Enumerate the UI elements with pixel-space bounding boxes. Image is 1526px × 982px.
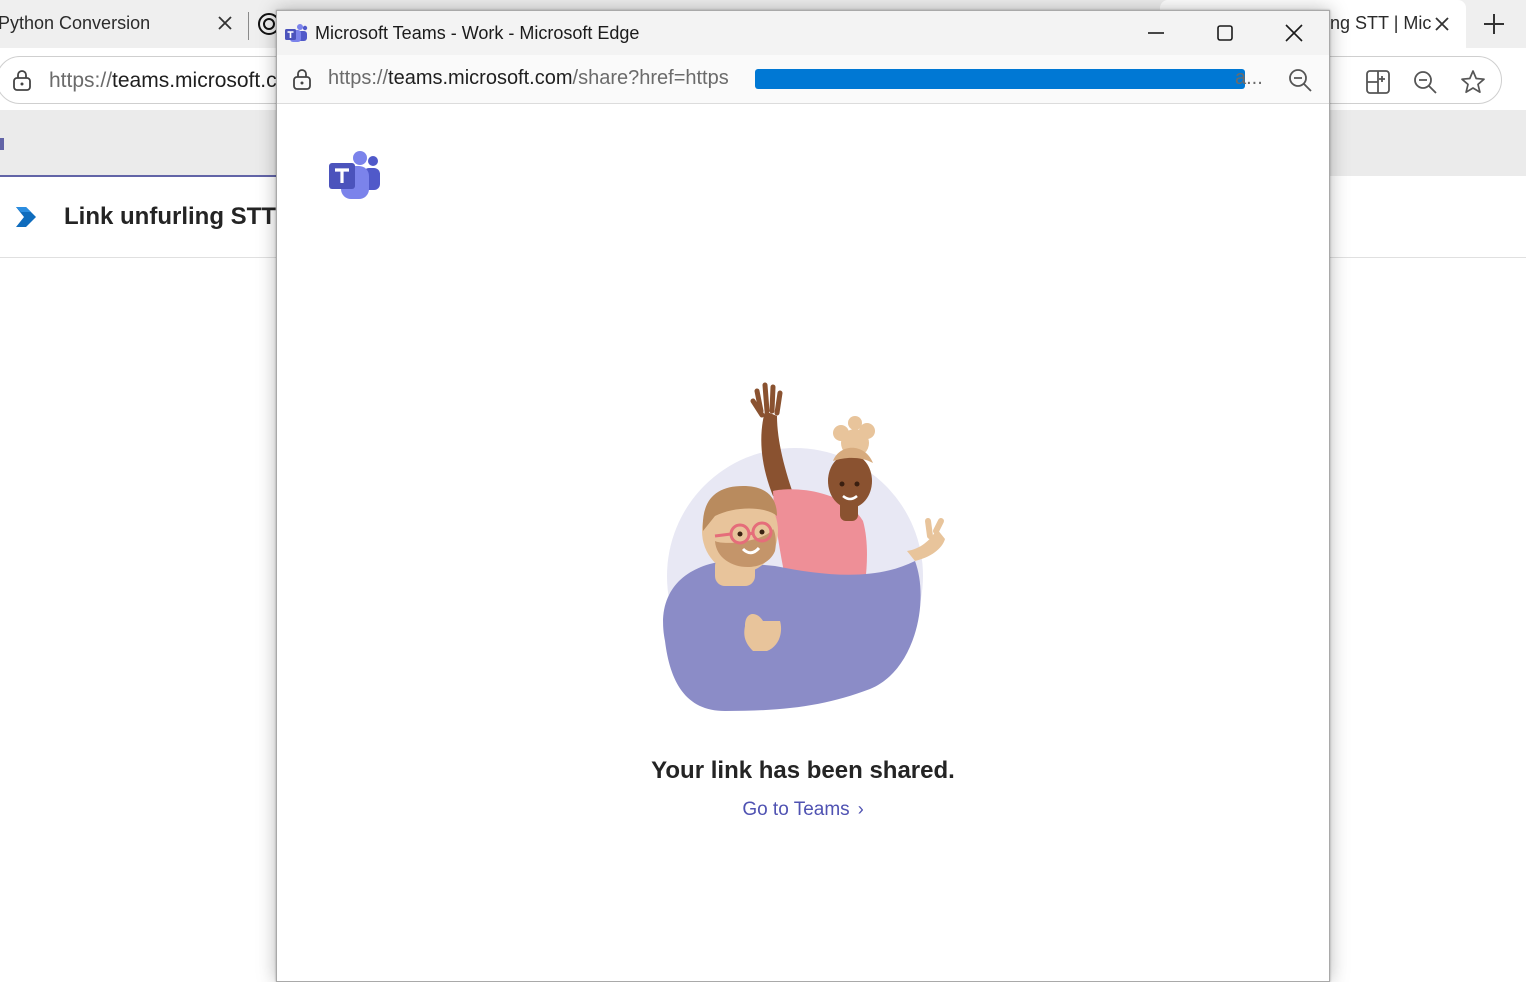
close-icon: [1285, 24, 1303, 42]
teams-logo: [327, 149, 383, 201]
url-ellipsis: a...: [1235, 67, 1263, 89]
popup-title-bar[interactable]: Microsoft Teams - Work - Microsoft Edge: [277, 11, 1329, 55]
new-tab-icon[interactable]: [1480, 10, 1508, 38]
popup-address-bar[interactable]: https://teams.microsoft.com/share?href=h…: [277, 55, 1329, 104]
maximize-icon: [1217, 25, 1233, 41]
url-host: teams.microsoft.c: [112, 69, 277, 92]
zoom-out-icon[interactable]: [1287, 67, 1313, 93]
minimize-button[interactable]: [1133, 17, 1179, 49]
background-url: https://teams.microsoft.c: [49, 69, 277, 93]
tab-label: Python Conversion: [0, 13, 151, 33]
tab-label: ng STT | Mic: [1330, 13, 1432, 33]
window-title: Microsoft Teams - Work - Microsoft Edge: [315, 23, 640, 43]
teams-icon: [284, 22, 308, 44]
tab-python-conversion[interactable]: Python Conversion: [0, 0, 246, 48]
url-prefix: https://: [328, 67, 389, 89]
celebration-illustration: [645, 371, 965, 716]
url-path: /share?href=https: [572, 67, 729, 89]
popup-url: https://teams.microsoft.com/share?href=h…: [328, 67, 729, 90]
lock-icon[interactable]: [291, 67, 313, 91]
close-button[interactable]: [1271, 17, 1317, 49]
minimize-icon: [1148, 32, 1164, 34]
url-redaction: [755, 69, 1245, 89]
split-screen-icon[interactable]: [1364, 68, 1392, 96]
close-icon[interactable]: [214, 12, 236, 34]
favorite-star-icon[interactable]: [1459, 68, 1487, 96]
close-icon[interactable]: [1431, 13, 1453, 35]
success-message: Your link has been shared.: [651, 757, 955, 784]
url-prefix: https://: [49, 69, 113, 92]
teams-share-popup-window: Microsoft Teams - Work - Microsoft Edge …: [276, 10, 1330, 982]
go-to-teams-label: Go to Teams: [742, 799, 850, 820]
page-title: Link unfurling STT: [64, 203, 276, 230]
power-automate-icon: [12, 203, 40, 231]
lock-icon[interactable]: [11, 68, 33, 92]
maximize-button[interactable]: [1202, 17, 1248, 49]
teams-app-bar-mark: [0, 138, 4, 150]
url-host: teams.microsoft.com: [388, 67, 573, 89]
tab-separator: [248, 12, 249, 40]
zoom-out-icon[interactable]: [1411, 68, 1439, 96]
go-to-teams-link[interactable]: Go to Teams ›: [277, 799, 1329, 821]
chevron-right-icon: ›: [857, 799, 864, 819]
